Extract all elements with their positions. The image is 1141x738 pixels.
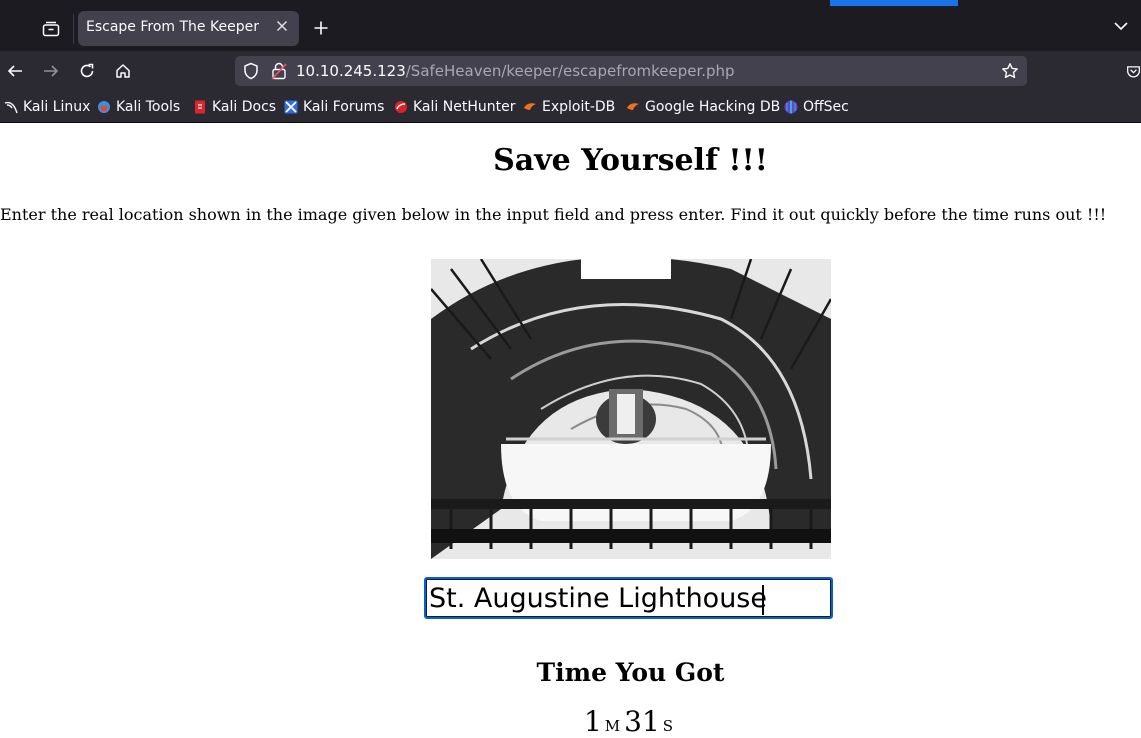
pocket-button[interactable]	[1126, 60, 1141, 82]
bookmark-kali-docs[interactable]: Kali Docs	[193, 98, 276, 116]
new-tab-button[interactable]	[309, 18, 333, 42]
bookmark-exploit-db[interactable]: Exploit-DB	[523, 98, 615, 116]
navigation-toolbar: 10.10.245.123/SafeHeaven/keeper/escapefr…	[0, 51, 1141, 91]
tab-active[interactable]: Escape From The Keeper	[78, 11, 299, 46]
back-arrow-icon	[7, 65, 22, 77]
bookmarks-toolbar: Kali Linux Kali Tools Kali Docs Kali For…	[0, 91, 1141, 123]
bookmark-kali-nethunter[interactable]: Kali NetHunter	[394, 98, 515, 116]
chevron-down-icon	[1114, 22, 1128, 31]
list-all-tabs-button[interactable]	[1113, 18, 1135, 40]
url-host: 10.10.245.123	[296, 62, 406, 80]
pocket-icon	[1127, 66, 1140, 78]
bookmark-kali-linux[interactable]: Kali Linux	[4, 98, 90, 116]
back-button[interactable]	[4, 60, 26, 82]
tab-separator	[73, 14, 74, 44]
kali-tools-icon	[97, 100, 111, 114]
insecure-lock-icon[interactable]	[271, 62, 289, 80]
exploit-db-icon	[523, 100, 537, 114]
timer-seconds-unit: S	[662, 717, 674, 735]
home-icon	[116, 64, 130, 78]
location-answer-field[interactable]	[424, 577, 833, 619]
lighthouse-staircase-image	[430, 256, 833, 559]
bookmark-label: Kali Forums	[303, 99, 385, 115]
bookmark-label: Exploit-DB	[542, 99, 616, 115]
bookmark-kali-forums[interactable]: Kali Forums	[284, 98, 384, 116]
google-hacking-db-icon	[626, 100, 640, 114]
reload-icon	[80, 63, 94, 78]
text-caret	[762, 585, 764, 615]
bookmark-label: Kali NetHunter	[413, 99, 516, 115]
bookmark-label: OffSec	[803, 99, 849, 115]
bookmark-star-icon[interactable]	[1001, 62, 1019, 80]
timer-seconds: 31	[624, 705, 660, 738]
page-title: Save Yourself !!!	[493, 143, 768, 178]
bookmark-offsec[interactable]: OffSec	[784, 98, 849, 116]
page-content: Save Yourself !!! Enter the real locatio…	[0, 123, 1141, 738]
tab-close-icon[interactable]	[273, 19, 291, 37]
forward-arrow-icon	[44, 65, 59, 77]
tab-groups-button[interactable]	[38, 16, 64, 42]
bookmark-kali-tools[interactable]: Kali Tools	[97, 98, 180, 116]
bookmark-label: Kali Docs	[212, 99, 277, 115]
address-bar[interactable]: 10.10.245.123/SafeHeaven/keeper/escapefr…	[235, 56, 1027, 86]
home-button[interactable]	[112, 60, 134, 82]
countdown-timer: 1 M 31 S	[0, 705, 1141, 738]
tab-bar: Escape From The Keeper	[0, 6, 1141, 51]
reload-button[interactable]	[76, 60, 98, 82]
timer-minutes: 1	[583, 705, 602, 738]
tab-groups-icon	[42, 21, 60, 37]
offsec-icon	[784, 100, 798, 114]
instructions-text: Enter the real location shown in the ima…	[0, 205, 1107, 224]
url-text[interactable]: 10.10.245.123/SafeHeaven/keeper/escapefr…	[296, 62, 735, 80]
bookmark-google-hacking-db[interactable]: Google Hacking DB	[626, 98, 780, 116]
timer-heading: Time You Got	[536, 658, 725, 687]
kali-docs-icon	[193, 100, 207, 114]
bookmark-label: Google Hacking DB	[645, 99, 781, 115]
location-answer-input[interactable]	[429, 582, 825, 614]
kali-forums-icon	[284, 100, 298, 114]
forward-button[interactable]	[40, 60, 62, 82]
shield-icon[interactable]	[243, 62, 261, 80]
bookmark-label: Kali Linux	[23, 99, 91, 115]
kali-nethunter-icon	[394, 100, 408, 114]
kali-dragon-icon	[4, 100, 18, 114]
plus-icon	[314, 21, 328, 35]
url-path: /SafeHeaven/keeper/escapefromkeeper.php	[405, 62, 735, 80]
timer-minutes-unit: M	[604, 717, 621, 735]
tab-title: Escape From The Keeper	[86, 19, 259, 35]
bookmark-label: Kali Tools	[116, 99, 181, 115]
